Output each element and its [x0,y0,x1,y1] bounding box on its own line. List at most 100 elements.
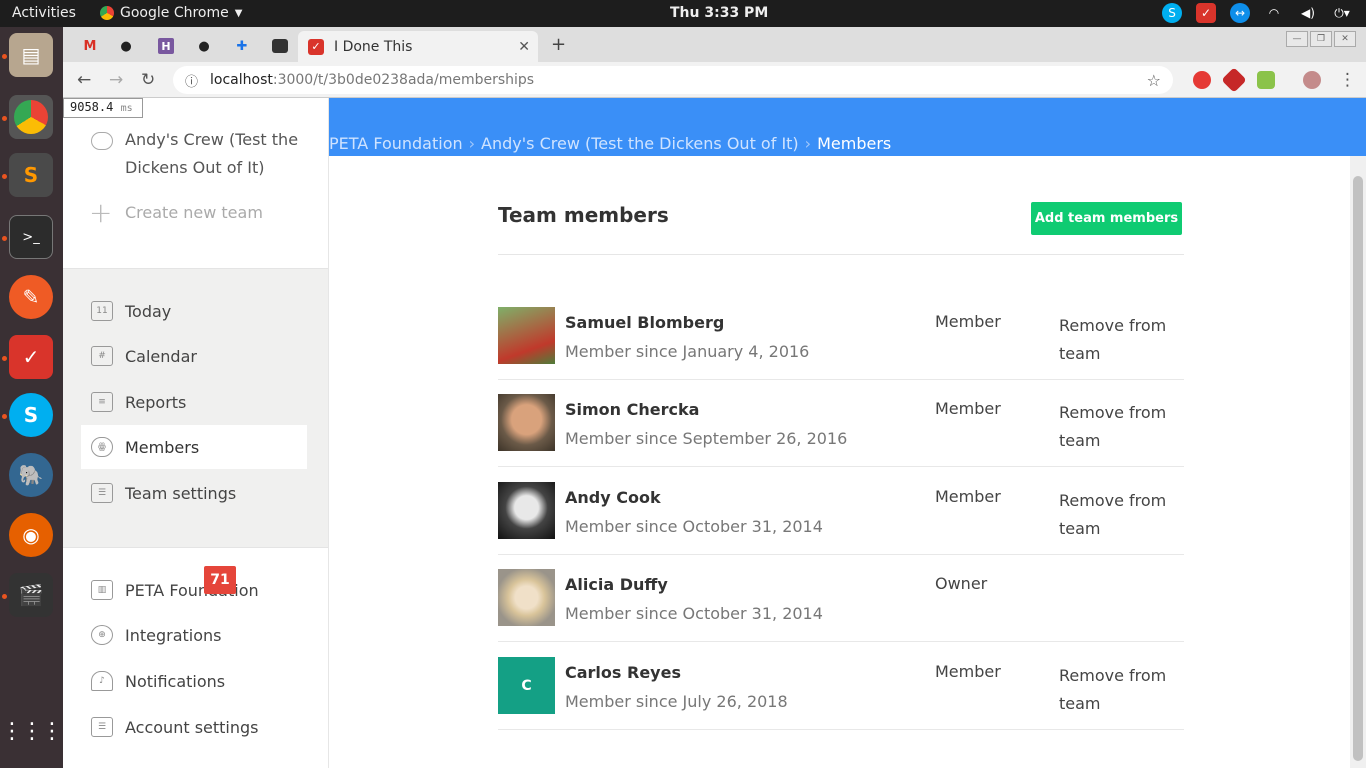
team-nav: 11 Today # Calendar ≡ Reports ꙮ Members … [63,268,328,548]
extensions-tab[interactable]: ✚ [225,33,259,59]
wifi-icon[interactable]: ◠ [1264,3,1284,23]
skype-dock-icon[interactable]: S [9,393,53,437]
back-button[interactable]: ← [77,70,91,90]
member-row: Simon Chercka Member since September 26,… [498,380,1184,467]
member-name: Alicia Duffy [565,575,668,594]
sidebar-item-organization[interactable]: ▥ PETA Foundation [81,568,307,612]
add-team-members-button[interactable]: Add team members [1031,202,1182,235]
sidebar-item-label: Reports [125,392,187,412]
url-host: localhost [210,72,273,88]
breadcrumb-org[interactable]: PETA Foundation [329,134,463,153]
idonethis-dock-icon[interactable]: ✓ [9,335,53,379]
sidebar-item-notifications[interactable]: ♪ Notifications [81,659,307,703]
remove-from-team-link[interactable]: Remove from team [1059,399,1179,455]
breadcrumb-team[interactable]: Andy's Crew (Test the Dickens Out of It) [481,134,799,153]
ruby-extension-icon[interactable] [1221,67,1247,93]
perf-unit: ms [120,103,133,114]
info-icon[interactable]: ⓘ [185,71,198,90]
chrome-icon [100,6,114,20]
remove-from-team-link[interactable]: Remove from team [1059,487,1179,543]
page-title: Team members [498,203,669,227]
firefox-icon[interactable]: ◉ [9,513,53,557]
bookmark-star-icon[interactable]: ☆ [1147,71,1161,90]
team-icon [91,132,113,150]
app-menu[interactable]: Google Chrome ▼ [100,5,242,21]
sidebar-item-today[interactable]: 11 Today [81,289,307,333]
tab-title: I Done This [334,38,413,55]
avatar [498,482,555,539]
new-tab-button[interactable]: + [551,34,566,55]
member-name: Simon Chercka [565,400,700,419]
calendar-day-icon: 11 [91,301,113,321]
power-icon[interactable]: ⏻▾ [1332,3,1352,23]
maximize-button[interactable]: ❐ [1310,31,1332,47]
member-since: Member since July 26, 2018 [565,692,788,711]
heroku-tab[interactable]: H [149,33,183,59]
activities-button[interactable]: Activities [12,5,76,21]
dock: ▤ S >_ ✎ ✓ S 🐘 ◉ 🎬 ⋮⋮⋮ [0,27,63,768]
address-bar[interactable]: ⓘ localhost:3000/t/3b0de0238ada/membersh… [173,66,1173,94]
os-top-bar: Activities Google Chrome ▼ Thu 3:33 PM S… [0,0,1366,27]
chevron-right-icon: › [468,134,476,153]
building-icon: ▥ [91,580,113,600]
app-tab[interactable] [263,33,297,59]
member-role: Member [935,312,1001,331]
member-since: Member since October 31, 2014 [565,517,823,536]
sidebar-item-calendar[interactable]: # Calendar [81,334,307,378]
pgadmin-icon[interactable]: 🐘 [9,453,53,497]
sidebar-item-reports[interactable]: ≡ Reports [81,380,307,424]
skype-tray-icon[interactable]: S [1162,3,1182,23]
account-nav: ▥ PETA Foundation ⊕ Integrations ♪ Notif… [63,548,328,768]
scrollbar-thumb[interactable] [1353,176,1363,761]
remove-from-team-link[interactable]: Remove from team [1059,662,1179,718]
chevron-right-icon: › [804,134,812,153]
adblock-extension-icon[interactable] [1193,71,1211,89]
reports-icon: ≡ [91,392,113,412]
reload-button[interactable]: ↻ [141,70,155,90]
idonethis-tray-icon[interactable]: ✓ [1196,3,1216,23]
chrome-menu-icon[interactable]: ⋮ [1339,70,1356,90]
create-team-link[interactable]: Create new team [125,203,263,222]
forward-button[interactable]: → [109,70,123,90]
github-tab-2[interactable]: ● [187,33,221,59]
team-section: Andy's Crew (Test the Dickens Out of It)… [63,98,328,268]
url-path: :3000/t/3b0de0238ada/memberships [272,72,535,88]
settings-icon: ☰ [91,717,113,737]
profile-avatar[interactable] [1303,71,1321,89]
calendar-grid-icon: # [91,346,113,366]
sidebar-item-team-settings[interactable]: ☰ Team settings [81,471,307,515]
member-row: Alicia Duffy Member since October 31, 20… [498,555,1184,642]
close-tab-icon[interactable]: ✕ [518,39,530,55]
member-row: Andy Cook Member since October 31, 2014 … [498,468,1184,555]
show-apps-icon[interactable]: ⋮⋮⋮ [1,709,63,753]
perf-value: 9058.4 [70,100,114,114]
github-tab[interactable]: ● [109,33,143,59]
chrome-dock-icon[interactable] [9,95,53,139]
teamviewer-tray-icon[interactable]: ↔ [1230,3,1250,23]
member-row: Samuel Blomberg Member since January 4, … [498,293,1184,380]
sidebar-item-label: Integrations [125,625,222,645]
globe-icon: ⊕ [91,625,113,645]
volume-icon[interactable]: ◀) [1298,3,1318,23]
gmail-tab[interactable]: M [73,33,107,59]
plus-icon: + [89,196,113,229]
green-extension-icon[interactable] [1257,71,1275,89]
sidebar-item-integrations[interactable]: ⊕ Integrations [81,613,307,657]
files-icon[interactable]: ▤ [9,33,53,77]
clock[interactable]: Thu 3:33 PM [670,5,768,21]
minimize-button[interactable]: — [1286,31,1308,47]
member-row: C Carlos Reyes Member since July 26, 201… [498,643,1184,730]
sidebar-item-members[interactable]: ꙮ Members [81,425,307,469]
terminal-icon[interactable]: >_ [9,215,53,259]
remove-from-team-link[interactable]: Remove from team [1059,312,1179,368]
member-role: Owner [935,574,988,593]
notifications-count-badge: 71 [204,566,236,594]
scrollbar[interactable] [1350,156,1366,768]
sublime-text-icon[interactable]: S [9,153,53,197]
tab-active[interactable]: ✓ I Done This ✕ [298,31,538,62]
sidebar-item-account-settings[interactable]: ☰ Account settings [81,705,307,749]
close-window-button[interactable]: ✕ [1334,31,1356,47]
team-name[interactable]: Andy's Crew (Test the Dickens Out of It) [125,126,315,182]
video-editor-icon[interactable]: 🎬 [9,573,53,617]
postman-icon[interactable]: ✎ [9,275,53,319]
